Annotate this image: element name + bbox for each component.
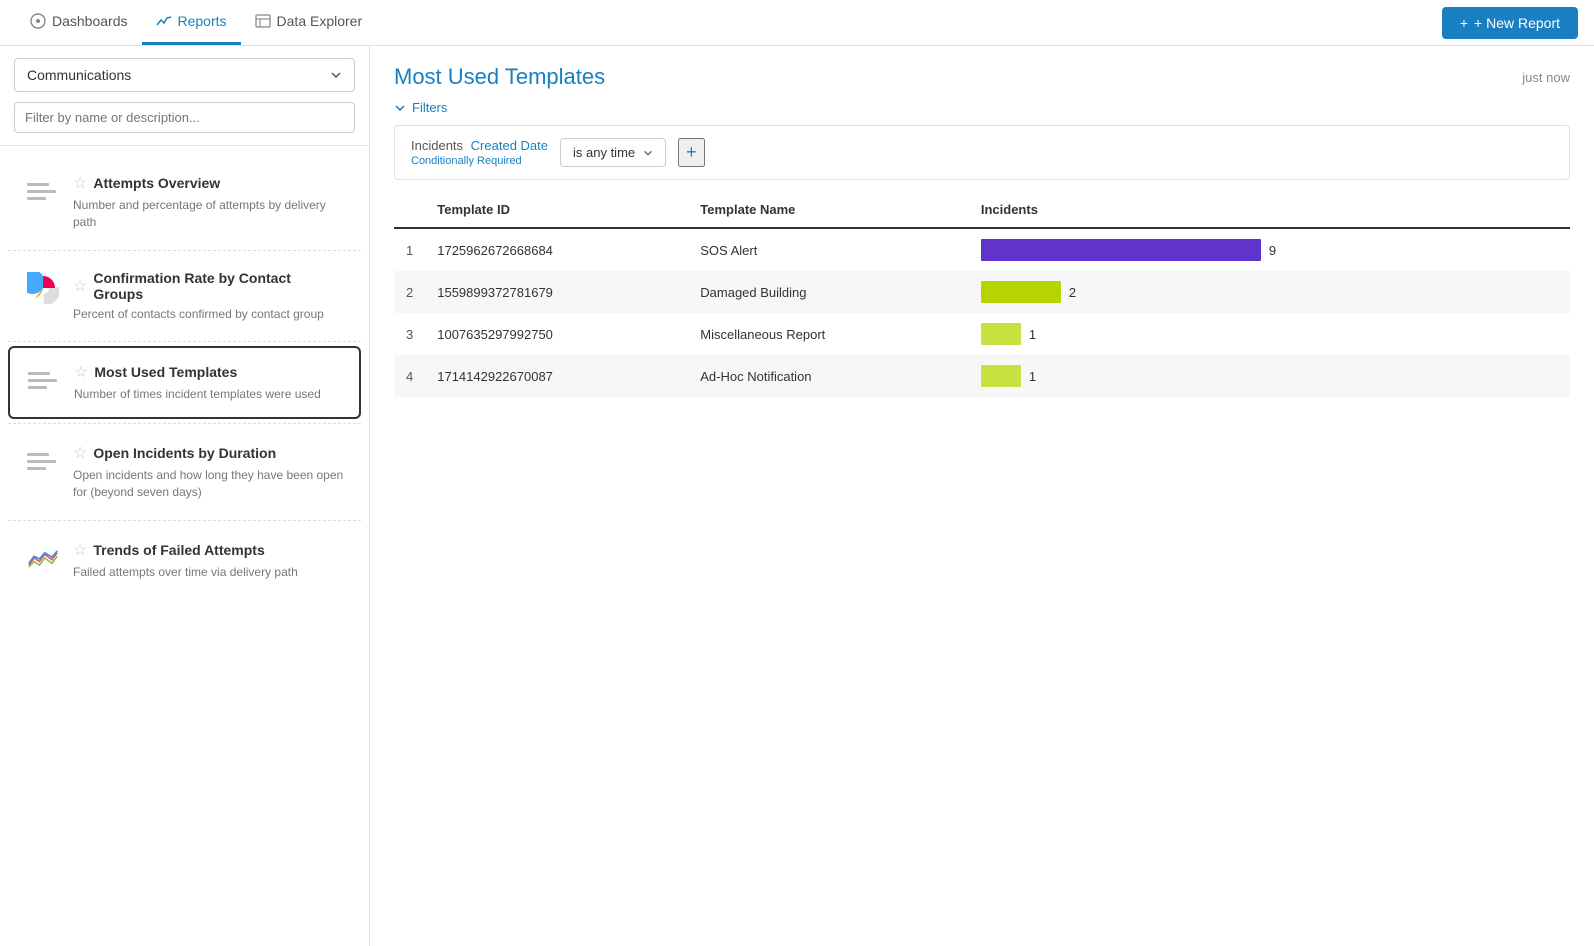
new-report-button[interactable]: + + New Report (1442, 7, 1578, 39)
sidebar-header: Communications (0, 46, 369, 146)
open-incidents-icon (25, 443, 61, 479)
chevron-down-icon (643, 148, 653, 158)
template-id-cell: 1714142922670087 (425, 355, 688, 397)
incidents-cell: 1 (969, 355, 1570, 397)
template-id-cell: 1725962672668684 (425, 228, 688, 271)
reports-icon (156, 13, 172, 29)
sidebar: Communications ☆ Attempts Overview Nu (0, 46, 370, 946)
data-explorer-icon (255, 13, 271, 29)
incidents-count: 9 (1269, 243, 1276, 258)
table-row: 4 1714142922670087 Ad-Hoc Notification 1 (394, 355, 1570, 397)
confirmation-rate-icon (25, 270, 61, 306)
row-number: 3 (394, 313, 425, 355)
col-incidents: Incidents (969, 192, 1570, 228)
nav-reports[interactable]: Reports (142, 0, 241, 45)
divider (8, 520, 361, 521)
sidebar-item-open-incidents[interactable]: ☆ Open Incidents by Duration Open incide… (8, 428, 361, 516)
divider (8, 423, 361, 424)
nav-dashboards[interactable]: Dashboards (16, 0, 142, 45)
table-header-row: Template ID Template Name Incidents (394, 192, 1570, 228)
incidents-cell: 2 (969, 271, 1570, 313)
sidebar-item-trends-failed[interactable]: ☆ Trends of Failed Attempts Failed attem… (8, 525, 361, 596)
incidents-cell: 1 (969, 313, 1570, 355)
star-icon[interactable]: ☆ (73, 443, 87, 463)
filters-bar: Filters Incidents Created Date Condition… (370, 100, 1594, 192)
content-area: Most Used Templates just now Filters Inc… (370, 46, 1594, 946)
communications-dropdown[interactable]: Communications (14, 58, 355, 92)
star-icon[interactable]: ☆ (74, 362, 88, 382)
add-filter-button[interactable]: + (678, 138, 705, 167)
timestamp: just now (1522, 70, 1570, 85)
incidents-count: 1 (1029, 327, 1036, 342)
nav-data-explorer[interactable]: Data Explorer (241, 0, 377, 45)
col-template-id: Template ID (425, 192, 688, 228)
new-report-plus-icon: + (1460, 15, 1468, 31)
col-num (394, 192, 425, 228)
content-header: Most Used Templates just now (370, 46, 1594, 100)
sidebar-item-confirmation-rate[interactable]: ☆ Confirmation Rate by Contact Groups Pe… (8, 255, 361, 338)
results-table: Template ID Template Name Incidents 1 17… (394, 192, 1570, 397)
incidents-count: 1 (1029, 369, 1036, 384)
table-row: 1 1725962672668684 SOS Alert 9 (394, 228, 1570, 271)
divider (8, 341, 361, 342)
template-name-cell: Miscellaneous Report (688, 313, 969, 355)
star-icon[interactable]: ☆ (73, 276, 87, 296)
sidebar-filter-input[interactable] (14, 102, 355, 133)
template-name-cell: Damaged Building (688, 271, 969, 313)
dashboards-icon (30, 13, 46, 29)
template-name-cell: Ad-Hoc Notification (688, 355, 969, 397)
chevron-down-icon (394, 102, 406, 114)
row-number: 2 (394, 271, 425, 313)
report-title: Most Used Templates (394, 64, 605, 90)
filter-row: Incidents Created Date Conditionally Req… (394, 125, 1570, 180)
top-nav: Dashboards Reports Data Explorer + + New… (0, 0, 1594, 46)
table-row: 2 1559899372781679 Damaged Building 2 (394, 271, 1570, 313)
incidents-cell: 9 (969, 228, 1570, 271)
chevron-down-icon (330, 69, 342, 81)
incidents-count: 2 (1069, 285, 1076, 300)
row-number: 4 (394, 355, 425, 397)
star-icon[interactable]: ☆ (73, 540, 87, 560)
col-template-name: Template Name (688, 192, 969, 228)
filter-value-dropdown[interactable]: is any time (560, 138, 666, 167)
template-id-cell: 1559899372781679 (425, 271, 688, 313)
row-number: 1 (394, 228, 425, 271)
attempts-overview-icon (25, 173, 61, 209)
template-id-cell: 1007635297992750 (425, 313, 688, 355)
nav-items: Dashboards Reports Data Explorer (16, 0, 376, 45)
sidebar-item-attempts-overview[interactable]: ☆ Attempts Overview Number and percentag… (8, 158, 361, 246)
sidebar-list: ☆ Attempts Overview Number and percentag… (0, 146, 369, 608)
trends-failed-icon (25, 540, 61, 576)
star-icon[interactable]: ☆ (73, 173, 87, 193)
sidebar-item-most-used-templates[interactable]: ☆ Most Used Templates Number of times in… (8, 346, 361, 419)
most-used-templates-icon (26, 362, 62, 398)
table-row: 3 1007635297992750 Miscellaneous Report … (394, 313, 1570, 355)
divider (8, 250, 361, 251)
table-area: Template ID Template Name Incidents 1 17… (370, 192, 1594, 946)
template-name-cell: SOS Alert (688, 228, 969, 271)
main-layout: Communications ☆ Attempts Overview Nu (0, 46, 1594, 946)
filters-toggle[interactable]: Filters (394, 100, 1570, 115)
